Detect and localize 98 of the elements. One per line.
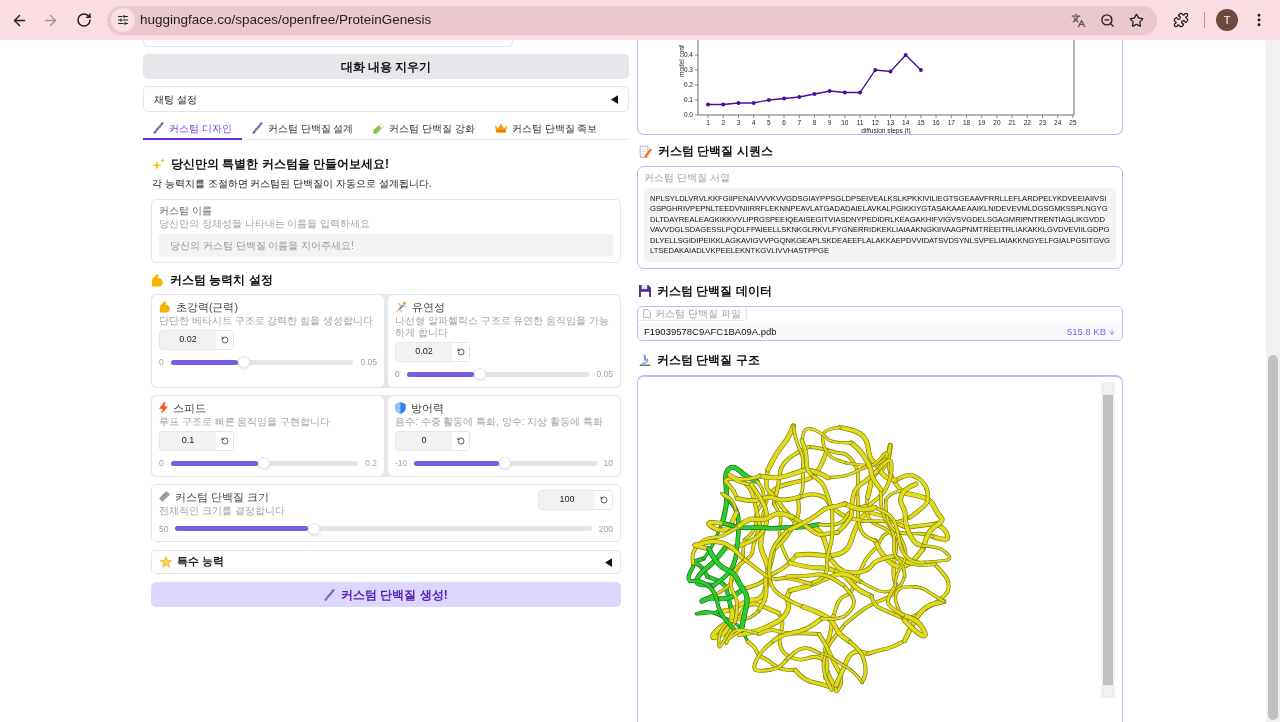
dna-icon [251, 122, 263, 134]
slider-max-label: 10 [603, 456, 613, 470]
slider-track[interactable] [175, 526, 592, 532]
acrobat-icon [395, 301, 407, 313]
slider-max-label: 200 [598, 522, 613, 536]
slider-min-label: 0 [159, 356, 164, 369]
slider-thumb[interactable] [258, 457, 271, 470]
data-point [706, 102, 711, 107]
tune-icon [117, 14, 129, 26]
sparkles-icon [152, 157, 165, 171]
data-point [812, 92, 817, 96]
slider-thumb[interactable] [473, 368, 486, 381]
slider-thumb[interactable] [499, 457, 512, 470]
data-point [827, 89, 832, 93]
site-info-button[interactable] [111, 8, 135, 32]
data-point [736, 101, 741, 105]
slider-max-label: 0.05 [596, 368, 613, 381]
file-size: 515.8 KB [1066, 324, 1106, 339]
section-heading: 당신만의 특별한 커스텀을 만들어보세요! [171, 156, 389, 172]
field-description: 당신만의 정체성을 나타내는 이름을 입력하세요 [159, 218, 372, 230]
slider-label: 유연성 [412, 300, 445, 314]
dna-icon [324, 588, 336, 601]
url-text: huggingface.co/spaces/openfree/ProteinGenesis [140, 10, 432, 29]
data-point [858, 90, 863, 95]
slider-max-label: 0.2 [365, 456, 377, 470]
zoom-out-icon [1099, 12, 1115, 28]
tab[interactable]: 커스텀 디자인 [143, 118, 242, 140]
clear-chat-button[interactable]: 대화 내용 지우기 [143, 54, 629, 79]
data-point [873, 68, 878, 72]
profile-avatar[interactable]: T [1216, 9, 1238, 31]
slider-description: 음수: 수중 활동에 특화, 양수: 지상 활동에 특화 [395, 415, 603, 428]
tab[interactable]: 커스텀 단백질 설계 [241, 118, 364, 140]
viewer-scrollbar[interactable] [1101, 382, 1115, 699]
reload-icon [76, 12, 92, 28]
tab[interactable]: 커스텀 단백질 강화 [363, 118, 485, 140]
field-label: 커스텀 이름 [159, 204, 213, 218]
slider-thumb[interactable] [237, 356, 250, 369]
slider-label: 초강력(근력) [176, 300, 238, 314]
data-point [797, 95, 802, 99]
file-row[interactable]: F19039578C9AFC1BA09A.pdb 515.8 KB [638, 323, 1122, 341]
slider-track[interactable] [406, 371, 590, 377]
page-scrollbar[interactable] [1266, 40, 1280, 722]
section-heading: 커스텀 단백질 데이터 [657, 283, 772, 300]
shield-icon [395, 401, 406, 414]
tab[interactable]: 커스텀 단백질 족보 [484, 118, 608, 140]
memo-icon [639, 144, 652, 158]
accordion-label: 특수 능력 [177, 554, 224, 570]
flexed-arm-icon [159, 301, 171, 313]
intro-text: 각 능력치를 조절하면 커스텀된 단백질이 자동으로 설계됩니다. [151, 177, 433, 191]
slider-description: 나선형 알파헬릭스 구조로 유연한 움직임을 가능하게 합니다 [395, 315, 610, 339]
slider-track[interactable] [170, 359, 354, 365]
data-point [918, 68, 923, 72]
slider-label: 스피드 [173, 400, 206, 415]
slider-thumb[interactable] [308, 522, 321, 535]
slider-description: 전체적인 크기를 결정합니다 [159, 504, 285, 517]
data-point [903, 53, 908, 57]
name-input[interactable]: 당신의 커스텀 단백질 이름을 지어주세요! [159, 234, 613, 257]
section-heading: 커스텀 능력치 설정 [170, 272, 273, 288]
accordion-header[interactable]: 특수 능력 [151, 550, 621, 575]
data-point [888, 69, 893, 74]
puzzle-icon [1173, 12, 1189, 28]
microscope-icon [639, 354, 651, 367]
section-heading: 커스텀 단백질 시퀀스 [658, 143, 773, 159]
data-point [751, 101, 756, 105]
translate-icon [1070, 12, 1086, 28]
slider-description: 단단한 베타시트 구조로 강력한 힘을 생성합니다 [159, 315, 373, 327]
crown-icon [494, 123, 507, 133]
download-icon [1108, 327, 1116, 336]
star-icon [1128, 12, 1144, 28]
data-point [766, 98, 771, 102]
data-point [782, 96, 787, 101]
data-point [721, 102, 726, 107]
ruler-icon [159, 491, 170, 502]
slider-label: 방어력 [411, 400, 444, 415]
section-heading: 커스텀 단백질 구조 [657, 352, 760, 369]
slider-track[interactable] [170, 460, 359, 466]
slider-track[interactable] [414, 460, 597, 466]
glowing-star-icon [160, 556, 172, 569]
slider-max-label: 0.05 [360, 356, 377, 369]
field-label: 커스텀 단백질 파일 [655, 307, 741, 320]
slider-label: 커스텀 단백질 크기 [175, 489, 269, 504]
test-tube-icon [373, 122, 385, 134]
slider-min-label: 0 [159, 456, 164, 470]
slider-min-label: 50 [159, 522, 169, 536]
lightning-icon [159, 401, 168, 414]
accordion-label: 채팅 설정 [154, 92, 197, 107]
flexed-arm-icon [151, 273, 164, 287]
field-label: 커스텀 단백질 서열 [644, 171, 731, 185]
slider-min-label: 0 [395, 368, 400, 381]
document-icon [643, 309, 651, 319]
accordion-header[interactable]: 채팅 설정 [143, 86, 629, 112]
generate-button[interactable]: 커스텀 단백질 생성! [151, 582, 621, 608]
data-point [842, 90, 847, 95]
address-bar[interactable]: huggingface.co/spaces/openfree/ProteinGenesis [107, 5, 1157, 35]
dna-icon [153, 122, 164, 134]
file-name: F19039578C9AFC1BA09A.pdb [644, 324, 777, 339]
slider-min-label: -10 [395, 456, 408, 470]
slider-description: 루프 구조로 빠른 움직임을 구현합니다 [159, 415, 331, 428]
